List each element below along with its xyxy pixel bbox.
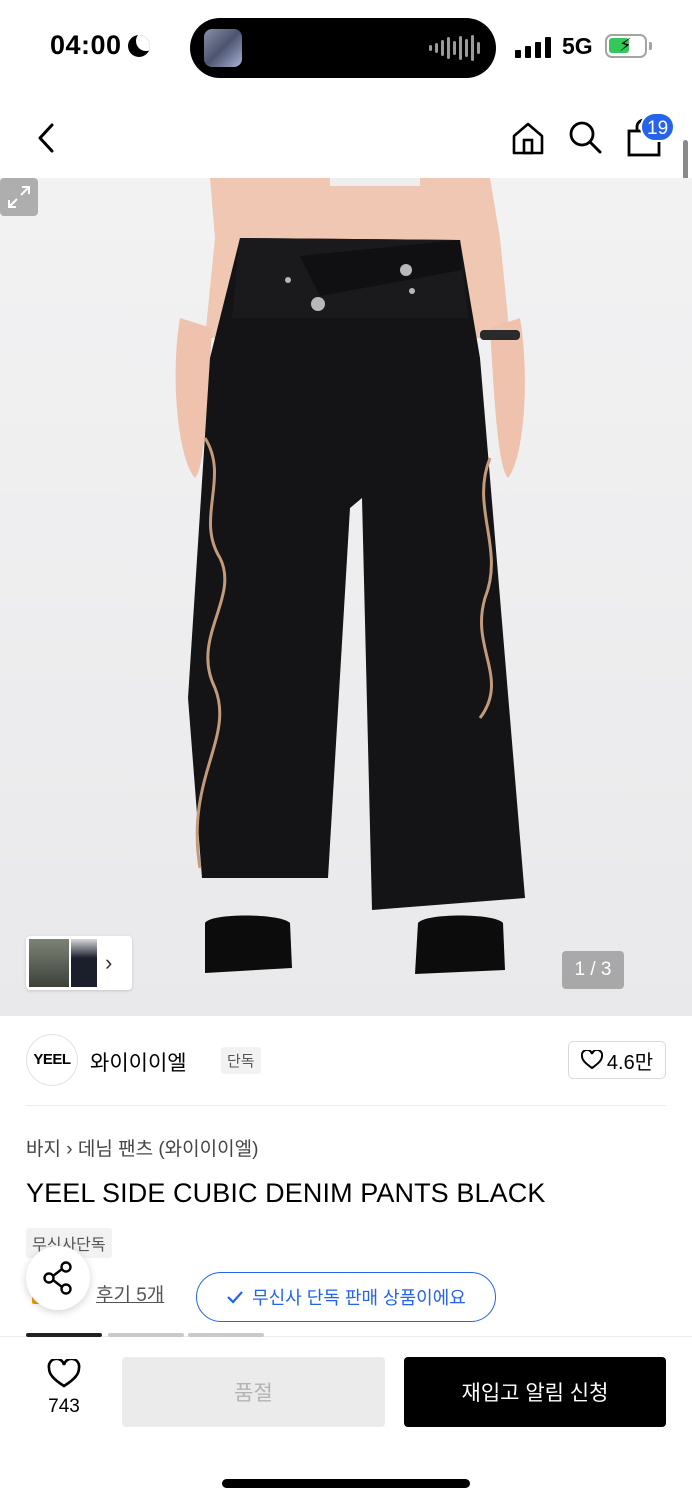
brand-name[interactable]: 와이이이엘 xyxy=(90,1047,187,1077)
share-icon xyxy=(43,1261,72,1295)
audio-wave-icon xyxy=(429,35,480,61)
status-bar: 04:00 5G ⚡ xyxy=(0,0,692,92)
recommendation-peek xyxy=(108,1333,184,1337)
exclusive-sale-pill[interactable]: 무신사 단독 판매 상품이에요 xyxy=(196,1272,496,1322)
brand-logo[interactable]: YEEL xyxy=(26,1034,78,1086)
charging-icon: ⚡ xyxy=(619,35,632,55)
brand-like-button[interactable]: 4.6만 xyxy=(568,1041,666,1079)
back-arrow-icon[interactable] xyxy=(32,122,60,154)
image-page-counter: 1 / 3 xyxy=(562,951,624,989)
breadcrumb: 바지 › 데님 팬츠 (와이이이엘) xyxy=(26,1134,258,1161)
chevron-right-icon: › xyxy=(105,950,113,975)
expand-icon[interactable] xyxy=(0,178,38,216)
thumbnail-image[interactable] xyxy=(71,939,97,987)
home-icon[interactable] xyxy=(510,120,546,156)
soldout-button[interactable]: 품절 xyxy=(122,1357,385,1427)
cart-count-badge: 19 xyxy=(640,112,676,142)
home-indicator[interactable] xyxy=(222,1479,470,1488)
top-nav: 19 xyxy=(0,110,692,166)
status-time: 04:00 xyxy=(50,30,150,61)
heart-icon xyxy=(580,1050,603,1070)
share-button[interactable] xyxy=(26,1246,90,1310)
thumbnail-strip[interactable]: › xyxy=(26,936,132,990)
review-link[interactable]: 후기 5개 xyxy=(96,1280,164,1307)
breadcrumb-item[interactable]: 데님 팬츠 (와이이이엘) xyxy=(78,1139,259,1160)
brand-like-count: 4.6만 xyxy=(606,1051,654,1074)
moon-icon xyxy=(127,34,150,57)
wishlist-count: 743 xyxy=(48,1396,80,1417)
recommendation-peek xyxy=(26,1333,102,1337)
clock-label: 04:00 xyxy=(50,30,122,60)
recommendation-peek xyxy=(188,1333,264,1337)
breadcrumb-separator-icon: › xyxy=(66,1139,78,1160)
album-art-thumbnail xyxy=(204,29,242,67)
brand-row: YEEL 와이이이엘 단독 4.6만 xyxy=(26,1016,666,1106)
exclusive-sale-label: 무신사 단독 판매 상품이에요 xyxy=(252,1288,466,1308)
dynamic-island[interactable] xyxy=(190,18,496,78)
product-title: YEEL SIDE CUBIC DENIM PANTS BLACK xyxy=(26,1178,546,1208)
product-image-gallery[interactable]: › 1 / 3 xyxy=(0,178,692,1016)
breadcrumb-item[interactable]: 바지 xyxy=(26,1139,61,1160)
search-icon[interactable] xyxy=(566,118,604,156)
bottom-action-bar: 743 품절 재입고 알림 신청 xyxy=(0,1333,692,1500)
wishlist-button[interactable]: 743 xyxy=(30,1357,98,1418)
network-label: 5G xyxy=(562,33,593,59)
signal-icon xyxy=(515,36,551,58)
check-icon xyxy=(227,1291,243,1304)
thumbnail-image[interactable] xyxy=(29,939,69,987)
brand-exclusive-badge: 단독 xyxy=(221,1047,261,1074)
product-photo xyxy=(175,178,525,974)
restock-alert-button[interactable]: 재입고 알림 신청 xyxy=(404,1357,666,1427)
heart-icon xyxy=(47,1357,81,1388)
